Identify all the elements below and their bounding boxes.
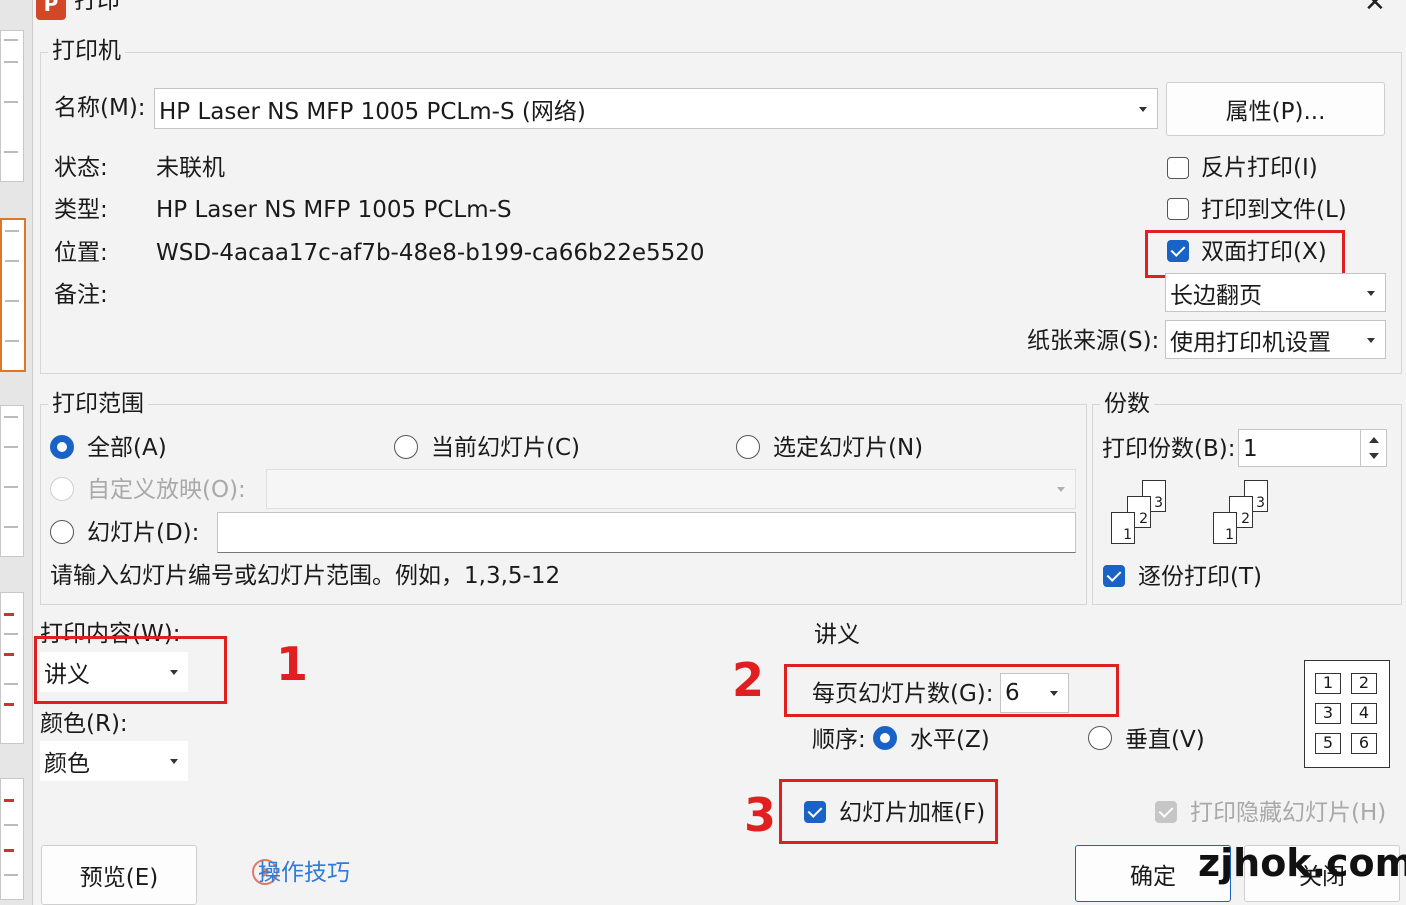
copies-count-value: 1 bbox=[1243, 436, 1258, 462]
slide-thumbnail[interactable] bbox=[0, 30, 24, 182]
order-vertical-radio[interactable] bbox=[1088, 726, 1112, 750]
paper-source-value: 使用打印机设置 bbox=[1170, 329, 1331, 356]
copies-count-input[interactable]: 1 bbox=[1238, 429, 1387, 467]
printer-group-title: 打印机 bbox=[48, 40, 125, 63]
watermark-text: zjhok.com bbox=[1198, 841, 1406, 885]
range-current-radio[interactable] bbox=[394, 435, 418, 459]
chevron-down-icon bbox=[1367, 290, 1375, 296]
range-selected-label: 选定幻灯片(N) bbox=[773, 435, 924, 461]
duplex-mode-select[interactable]: 长边翻页 bbox=[1165, 273, 1386, 312]
handout-title: 讲义 bbox=[810, 624, 864, 647]
order-label: 顺序: bbox=[812, 727, 866, 753]
reverse-print-label: 反片打印(I) bbox=[1201, 155, 1318, 181]
chevron-down-icon bbox=[1057, 487, 1065, 492]
range-custom-show-radio[interactable] bbox=[50, 477, 74, 501]
preview-button[interactable]: 预览(E) bbox=[41, 845, 197, 905]
handout-layout-preview: 1 2 3 4 5 6 bbox=[1304, 660, 1390, 768]
type-label: 类型: bbox=[54, 197, 108, 223]
collate-checkbox[interactable] bbox=[1103, 565, 1125, 587]
range-hint: 请输入幻灯片编号或幻灯片范围。例如，1,3,5-12 bbox=[50, 563, 561, 589]
range-slides-radio[interactable] bbox=[50, 520, 74, 544]
reverse-print-checkbox[interactable] bbox=[1167, 157, 1189, 179]
layout-cell: 5 bbox=[1315, 733, 1341, 754]
paper-source-label: 纸张来源(S): bbox=[1027, 328, 1160, 354]
annotation-box-content bbox=[34, 636, 227, 704]
copies-title: 份数 bbox=[1100, 393, 1154, 416]
annotation-box-frame bbox=[779, 779, 998, 844]
color-label: 颜色(R): bbox=[40, 711, 128, 737]
print-dialog: P 打印 ✕ 打印机 名称(M): HP Laser NS MFP 1005 P… bbox=[34, 0, 1406, 905]
layout-cell: 4 bbox=[1351, 703, 1377, 724]
print-range-title: 打印范围 bbox=[48, 393, 148, 416]
slide-thumbnail[interactable] bbox=[0, 778, 24, 900]
status-value: 未联机 bbox=[156, 155, 225, 181]
range-selected-radio[interactable] bbox=[736, 435, 760, 459]
comment-label: 备注: bbox=[54, 282, 108, 308]
status-label: 状态: bbox=[54, 155, 108, 181]
copies-spinner[interactable] bbox=[1360, 430, 1386, 466]
location-value: WSD-4acaa17c-af7b-48e8-b199-ca66b22e5520 bbox=[156, 240, 705, 266]
annotation-box-per-page bbox=[784, 664, 1119, 717]
tips-link[interactable]: 操作技巧 bbox=[258, 862, 350, 885]
printer-name-select[interactable]: HP Laser NS MFP 1005 PCLm-S (网络) bbox=[154, 88, 1158, 129]
slide-thumbnail-selected[interactable] bbox=[0, 218, 26, 372]
range-all-radio[interactable] bbox=[50, 435, 74, 459]
preview-button-label: 预览(E) bbox=[79, 865, 159, 891]
dialog-title: 打印 bbox=[74, 0, 120, 14]
printer-name-label: 名称(M): bbox=[54, 95, 146, 121]
type-value: HP Laser NS MFP 1005 PCLm-S bbox=[156, 197, 512, 223]
printer-name-value: HP Laser NS MFP 1005 PCLm-S (网络) bbox=[159, 98, 586, 125]
print-to-file-label: 打印到文件(L) bbox=[1201, 197, 1347, 223]
paper-source-select[interactable]: 使用打印机设置 bbox=[1165, 320, 1386, 359]
copies-count-label: 打印份数(B): bbox=[1102, 436, 1236, 462]
layout-cell: 6 bbox=[1351, 733, 1377, 754]
properties-button-label: 属性(P)... bbox=[1225, 99, 1326, 125]
range-slides-label: 幻灯片(D): bbox=[87, 520, 200, 546]
range-custom-show-label: 自定义放映(O): bbox=[87, 477, 246, 503]
range-all-label: 全部(A) bbox=[87, 435, 167, 461]
title-bar: P 打印 ✕ bbox=[34, 0, 1406, 22]
chevron-down-icon bbox=[1367, 337, 1375, 343]
annotation-number-3: 3 bbox=[744, 788, 777, 842]
spin-down-icon[interactable] bbox=[1369, 453, 1379, 459]
chevron-down-icon bbox=[170, 759, 178, 764]
print-hidden-label: 打印隐藏幻灯片(H) bbox=[1190, 800, 1387, 826]
chevron-down-icon bbox=[1139, 106, 1147, 112]
color-select[interactable]: 颜色 bbox=[40, 741, 188, 781]
slide-thumbnail[interactable] bbox=[0, 405, 24, 557]
order-horizontal-radio[interactable] bbox=[873, 726, 897, 750]
slides-range-input[interactable] bbox=[217, 512, 1076, 553]
layout-cell: 2 bbox=[1351, 673, 1377, 694]
annotation-number-2: 2 bbox=[732, 653, 765, 707]
properties-button[interactable]: 属性(P)... bbox=[1166, 82, 1385, 136]
annotation-box-duplex bbox=[1145, 230, 1345, 278]
slide-thumbnail[interactable] bbox=[0, 592, 24, 744]
slide-thumbnail-strip bbox=[0, 0, 33, 905]
annotation-number-1: 1 bbox=[276, 637, 309, 691]
color-value: 颜色 bbox=[44, 751, 90, 777]
print-to-file-checkbox[interactable] bbox=[1167, 198, 1189, 220]
collate-label: 逐份打印(T) bbox=[1138, 564, 1262, 590]
order-horizontal-label: 水平(Z) bbox=[910, 727, 990, 753]
layout-cell: 3 bbox=[1315, 703, 1341, 724]
duplex-mode-value: 长边翻页 bbox=[1170, 282, 1262, 309]
range-current-label: 当前幻灯片(C) bbox=[431, 435, 581, 461]
order-vertical-label: 垂直(V) bbox=[1125, 727, 1205, 753]
layout-cell: 1 bbox=[1315, 673, 1341, 694]
close-icon[interactable]: ✕ bbox=[1364, 0, 1386, 16]
print-hidden-checkbox[interactable] bbox=[1155, 801, 1177, 823]
powerpoint-app-icon: P bbox=[36, 0, 66, 20]
custom-show-select[interactable] bbox=[266, 469, 1076, 509]
location-label: 位置: bbox=[54, 240, 108, 266]
spin-up-icon[interactable] bbox=[1369, 437, 1379, 443]
